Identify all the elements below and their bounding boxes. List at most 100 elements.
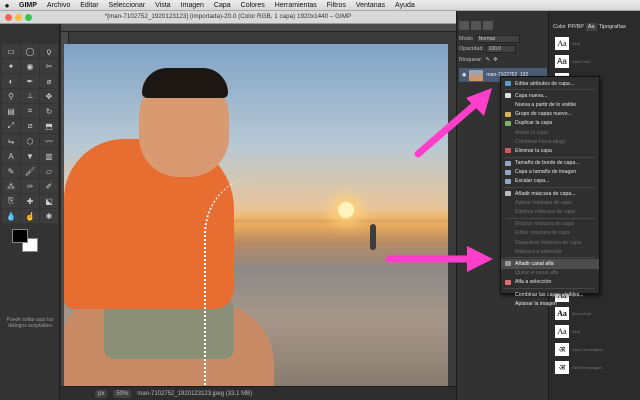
lock-pixels-icon[interactable]: ✎ (486, 57, 491, 63)
menu-item: Editar máscara de capa (501, 229, 599, 238)
rotate-icon[interactable]: ↻ (40, 104, 58, 118)
zoom-icon[interactable]: ⚲ (2, 89, 20, 103)
paths-tab-icon[interactable] (483, 21, 493, 30)
move-icon[interactable]: ✥ (40, 89, 58, 103)
mode-select[interactable]: Normal (475, 35, 520, 43)
menu-imagen[interactable]: Imagen (176, 2, 209, 9)
menu-item[interactable]: Añadir canal alfa (501, 259, 599, 269)
tab-color[interactable]: Color PP/BP (553, 24, 584, 30)
menu-herramientas[interactable]: Herramientas (270, 2, 322, 9)
menu-item[interactable]: Duplicar la capa (501, 119, 599, 128)
unit-select[interactable]: px (95, 389, 108, 398)
menu-separator (505, 287, 595, 289)
new-icon (505, 93, 511, 99)
menu-ayuda[interactable]: Ayuda (390, 2, 420, 9)
opacity-field[interactable]: 100,0 (485, 45, 516, 53)
fg-bg-colors[interactable] (12, 229, 42, 253)
menu-item[interactable]: Nueva a partir de lo visible (501, 100, 599, 109)
channels-tab-icon[interactable] (471, 21, 481, 30)
font-item[interactable]: AaSerif (555, 37, 603, 50)
rect-select-icon[interactable]: ▭ (2, 44, 20, 58)
scale-icon[interactable]: ⤢ (2, 119, 20, 133)
lock-position-icon[interactable]: ✥ (493, 57, 498, 63)
menu-item[interactable]: Eliminar la capa (501, 146, 599, 155)
pencil-icon[interactable]: ✎ (2, 164, 20, 178)
menu-filtros[interactable]: Filtros (322, 2, 351, 9)
layers-tab-icon[interactable] (459, 21, 469, 30)
foreground-select-icon[interactable]: ◐ (2, 74, 20, 88)
menu-item[interactable]: Capa a tamaño de imagen (501, 168, 599, 177)
image-canvas[interactable] (64, 44, 448, 386)
menu-item-label: Editar máscara de capa (515, 230, 570, 237)
cage-icon[interactable]: ⬡ (21, 134, 39, 148)
ellipse-select-icon[interactable]: ◯ (21, 44, 39, 58)
menu-seleccionar[interactable]: Seleccionar (104, 2, 151, 9)
perspective-clone-icon[interactable]: ⬕ (40, 194, 58, 208)
menu-app[interactable]: GIMP (14, 2, 42, 9)
menu-ventanas[interactable]: Ventanas (351, 2, 390, 9)
menu-item[interactable]: Combinar las capas visibles... (501, 290, 599, 299)
mypaint-brush-icon[interactable]: ✐ (40, 179, 58, 193)
perspective-icon[interactable]: ⬒ (40, 119, 58, 133)
align-icon[interactable]: ▤ (2, 104, 20, 118)
measure-icon[interactable]: ⟂ (21, 89, 39, 103)
menu-item[interactable]: Grupo de capas nuevo... (501, 110, 599, 119)
shear-icon[interactable]: ⧄ (21, 119, 39, 133)
menu-item[interactable]: Tamaño de borde de capa... (501, 159, 599, 168)
menu-capa[interactable]: Capa (209, 2, 236, 9)
menu-item-label: Eliminar la capa (515, 147, 552, 154)
menu-editar[interactable]: Editar (75, 2, 103, 9)
heal-icon[interactable]: ✚ (21, 194, 39, 208)
canvas-area[interactable] (61, 24, 456, 386)
font-item[interactable]: अ Sans Devanagari (555, 343, 603, 356)
tab-aa[interactable]: Aa (585, 22, 597, 31)
gradient-icon[interactable]: ▥ (40, 149, 58, 163)
color-select-icon[interactable]: ◉ (21, 59, 39, 73)
menu-item[interactable]: Escalar capa... (501, 177, 599, 186)
visibility-eye-icon[interactable]: ◉ (462, 72, 466, 78)
menu-item-label: Grupo de capas nuevo... (515, 111, 572, 118)
menu-vista[interactable]: Vista (150, 2, 175, 9)
flip-icon[interactable]: ⇋ (2, 134, 20, 148)
free-select-icon[interactable]: ϙ (40, 44, 58, 58)
blur-icon[interactable]: 💧 (2, 209, 20, 223)
child-figure (370, 224, 376, 250)
menu-item: Mostrar máscara de capa (501, 220, 599, 229)
menu-item-label: Máscara a selección (515, 248, 563, 255)
font-item[interactable]: AaSans Serif (555, 55, 603, 68)
color-picker-icon[interactable]: ⌀ (40, 74, 58, 88)
menu-item-label: Mostrar máscara de capa (515, 221, 574, 228)
paintbrush-icon[interactable]: 🖌 (21, 164, 39, 178)
bucket-fill-icon[interactable]: ▼ (21, 149, 39, 163)
font-item[interactable]: AaSerif (555, 325, 603, 338)
menu-item: Aplicar máscara de capa (501, 198, 599, 207)
eraser-icon[interactable]: ▱ (40, 164, 58, 178)
menu-item[interactable]: Alfa a selección (501, 278, 599, 287)
status-bar: px 50% man-7102752_1920123123.jpeg (33,1… (61, 386, 456, 400)
font-item[interactable]: AaMono Bold (555, 307, 603, 320)
menu-item-label: Capa a tamaño de imagen (515, 169, 577, 176)
menu-item[interactable]: Editar atributos de capa... (501, 79, 599, 88)
font-item[interactable]: अ Serif Devanagari (555, 361, 603, 374)
warp-icon[interactable]: 〰 (40, 134, 58, 148)
menu-item[interactable]: Añadir máscara de capa... (501, 189, 599, 198)
menu-colores[interactable]: Colores (236, 2, 270, 9)
crop-icon[interactable]: ⌗ (21, 104, 39, 118)
menu-item[interactable]: Capa nueva... (501, 91, 599, 100)
text-icon[interactable]: A (2, 149, 20, 163)
fuzzy-select-icon[interactable]: ✦ (2, 59, 20, 73)
menu-archivo[interactable]: Archivo (42, 2, 75, 9)
foreground-color-swatch[interactable] (12, 229, 28, 243)
smudge-icon[interactable]: ☝ (21, 209, 39, 223)
tab-typography[interactable]: Tipografías (599, 24, 626, 30)
horizontal-ruler[interactable] (61, 24, 456, 32)
menu-item[interactable]: Aplanar la imagen (501, 299, 599, 308)
apple-icon[interactable]: ● (0, 1, 14, 10)
paths-icon[interactable]: ✒ (21, 74, 39, 88)
airbrush-icon[interactable]: ⁂ (2, 179, 20, 193)
dodge-burn-icon[interactable]: ✱ (40, 209, 58, 223)
scissors-select-icon[interactable]: ✂ (40, 59, 58, 73)
zoom-select[interactable]: 50% (113, 389, 132, 398)
ink-icon[interactable]: ✑ (21, 179, 39, 193)
clone-icon[interactable]: ⎘ (2, 194, 20, 208)
